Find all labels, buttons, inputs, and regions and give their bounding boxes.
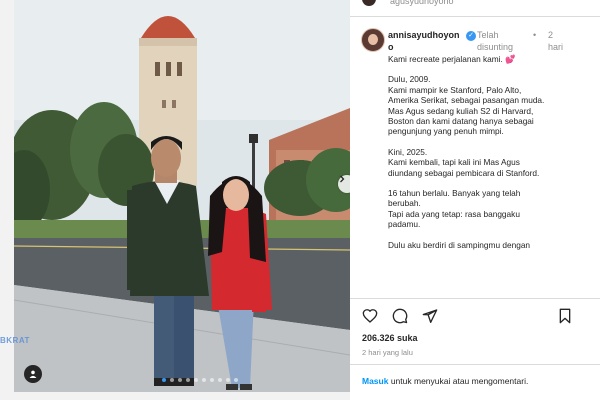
comment-icon[interactable] — [392, 308, 408, 324]
caption-paragraph: Kini, 2025. Kami kembali, tapi kali ini M… — [388, 147, 588, 178]
carousel-dot[interactable] — [162, 378, 166, 382]
post-age: 2 — [548, 30, 554, 40]
post-caption: Kami recreate perjalanan kami. 💕 Dulu, 20… — [388, 54, 588, 290]
edited-label: Telah — [477, 30, 499, 40]
caption-paragraph: Dulu aku berdiri di sampingmu dengan — [388, 240, 588, 250]
posted-time[interactable]: 2 hari yang lalu — [362, 348, 413, 357]
bookmark-icon[interactable] — [558, 308, 572, 324]
caption-line: Dulu aku berdiri di sampingmu dengan — [388, 239, 531, 250]
login-prompt-text: untuk menyukai atau mengomentari. — [388, 376, 529, 386]
carousel-dot[interactable] — [186, 378, 190, 382]
caption-avatar[interactable] — [361, 28, 385, 52]
heart-icon[interactable] — [362, 308, 378, 324]
caption-line: berubah. — [388, 198, 421, 209]
post-details-panel: agusyudhoyono annisayudhoyon o ✓ Telah d… — [350, 0, 600, 400]
top-username[interactable]: agusyudhoyono — [390, 0, 454, 6]
caption-line: 16 tahun berlalu. Banyak yang telah — [388, 188, 521, 199]
caption-line: padamu. — [388, 219, 421, 230]
caption-line: Mas Agus sedang kuliah S2 di Harvard, — [388, 105, 534, 116]
caption-line: pengunjung yang penuh mimpi. — [388, 126, 504, 137]
user-tag-icon — [29, 370, 37, 378]
carousel-dots — [162, 378, 238, 382]
carousel-dot[interactable] — [170, 378, 174, 382]
action-bar — [362, 308, 438, 324]
caption-line: Kini, 2025. — [388, 146, 428, 157]
header-divider — [350, 16, 600, 17]
caption-line: Kami recreate perjalanan kami. 💕 — [388, 54, 516, 64]
caption-line: Kami kembali, tapi kali ini Mas Agus — [388, 157, 520, 168]
caption-username-wrap[interactable]: o — [388, 42, 394, 52]
carousel-dot[interactable] — [194, 378, 198, 382]
carousel-dot[interactable] — [218, 378, 222, 382]
caption-line: Tapi ada yang tetap: rasa banggaku — [388, 208, 520, 219]
caption-line: Kami mampir ke Stanford, Palo Alto, — [388, 84, 522, 95]
share-icon[interactable] — [422, 308, 438, 324]
likes-count[interactable]: 206.326 suka — [362, 333, 418, 343]
caption-line: diundang sebagai pembicara di Stanford. — [388, 167, 540, 178]
separator-dot: • — [533, 30, 537, 40]
footer-divider — [350, 364, 600, 365]
chevron-right-icon — [340, 175, 345, 183]
carousel-dot[interactable] — [178, 378, 182, 382]
top-avatar[interactable] — [362, 0, 376, 6]
caption-line: Amerika Serikat, sebagai pasangan muda. — [388, 95, 545, 106]
user-tag-button[interactable] — [24, 365, 42, 383]
edited-label-wrap: disunting — [477, 42, 514, 52]
carousel-dot[interactable] — [234, 378, 238, 382]
carousel-dot[interactable] — [210, 378, 214, 382]
caption-paragraph: Kami recreate perjalanan kami. 💕 — [388, 54, 588, 64]
carousel-dot[interactable] — [202, 378, 206, 382]
verified-badge-icon: ✓ — [466, 31, 476, 41]
caption-line: Boston dan kami datang hanya sebagai — [388, 116, 534, 127]
post-age-unit: hari — [548, 42, 564, 52]
caption-username[interactable]: annisayudhoyon — [388, 30, 460, 40]
caption-paragraph: 16 tahun berlalu. Banyak yang telah berub… — [388, 188, 588, 230]
caption-line: Dulu, 2009. — [388, 74, 431, 85]
screen-frame: BKRAT agusyudhoyono annisayudhoyon o ✓ T… — [0, 0, 600, 400]
login-prompt: Masuk untuk menyukai atau mengomentari. — [362, 376, 528, 386]
login-link[interactable]: Masuk — [362, 376, 388, 386]
carousel-next-button[interactable] — [338, 175, 350, 193]
carousel-dot[interactable] — [226, 378, 230, 382]
photo-scene — [14, 0, 350, 392]
post-photo[interactable] — [14, 0, 350, 392]
actions-divider — [350, 298, 600, 299]
watermark-logo: BKRAT — [0, 336, 30, 345]
caption-paragraph: Dulu, 2009. Kami mampir ke Stanford, Palo… — [388, 74, 588, 136]
